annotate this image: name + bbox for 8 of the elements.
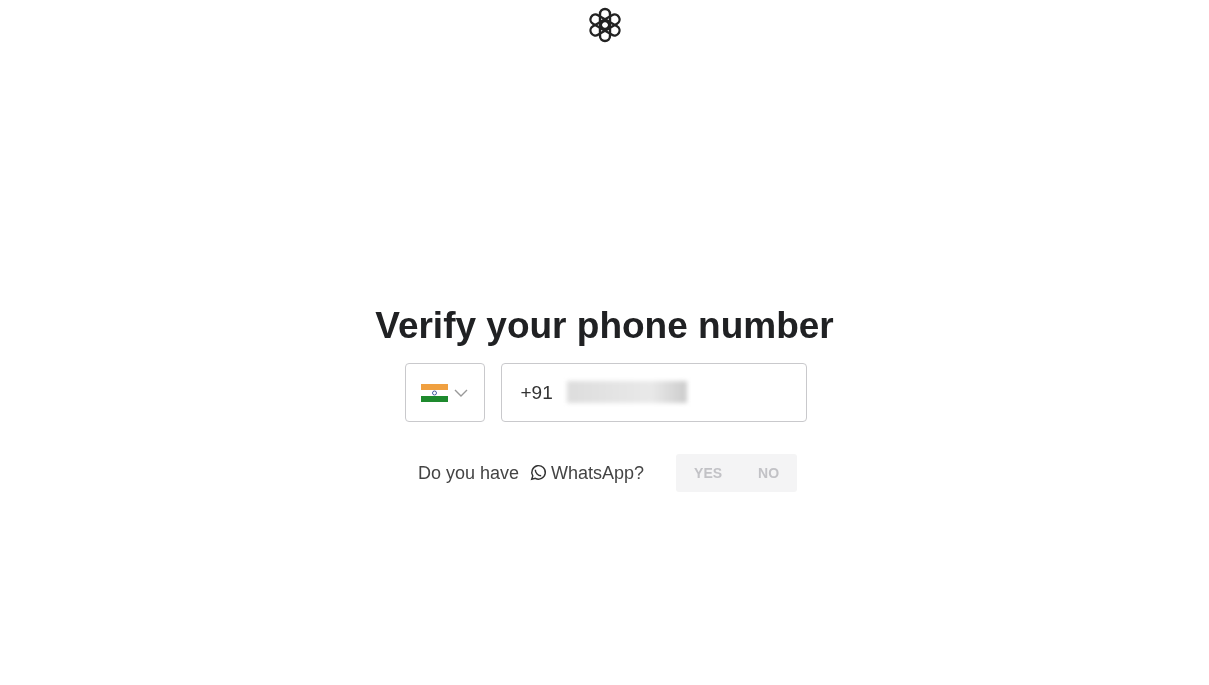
whatsapp-label: WhatsApp?: [551, 462, 645, 484]
phone-field[interactable]: +91: [500, 363, 807, 422]
flag-icon: [421, 383, 448, 402]
page-title: Verify your phone number: [375, 304, 834, 348]
question-text: Do you have: [417, 462, 519, 484]
country-select[interactable]: [404, 363, 485, 422]
whatsapp-icon: [529, 464, 547, 482]
chevron-icon: [454, 388, 468, 397]
